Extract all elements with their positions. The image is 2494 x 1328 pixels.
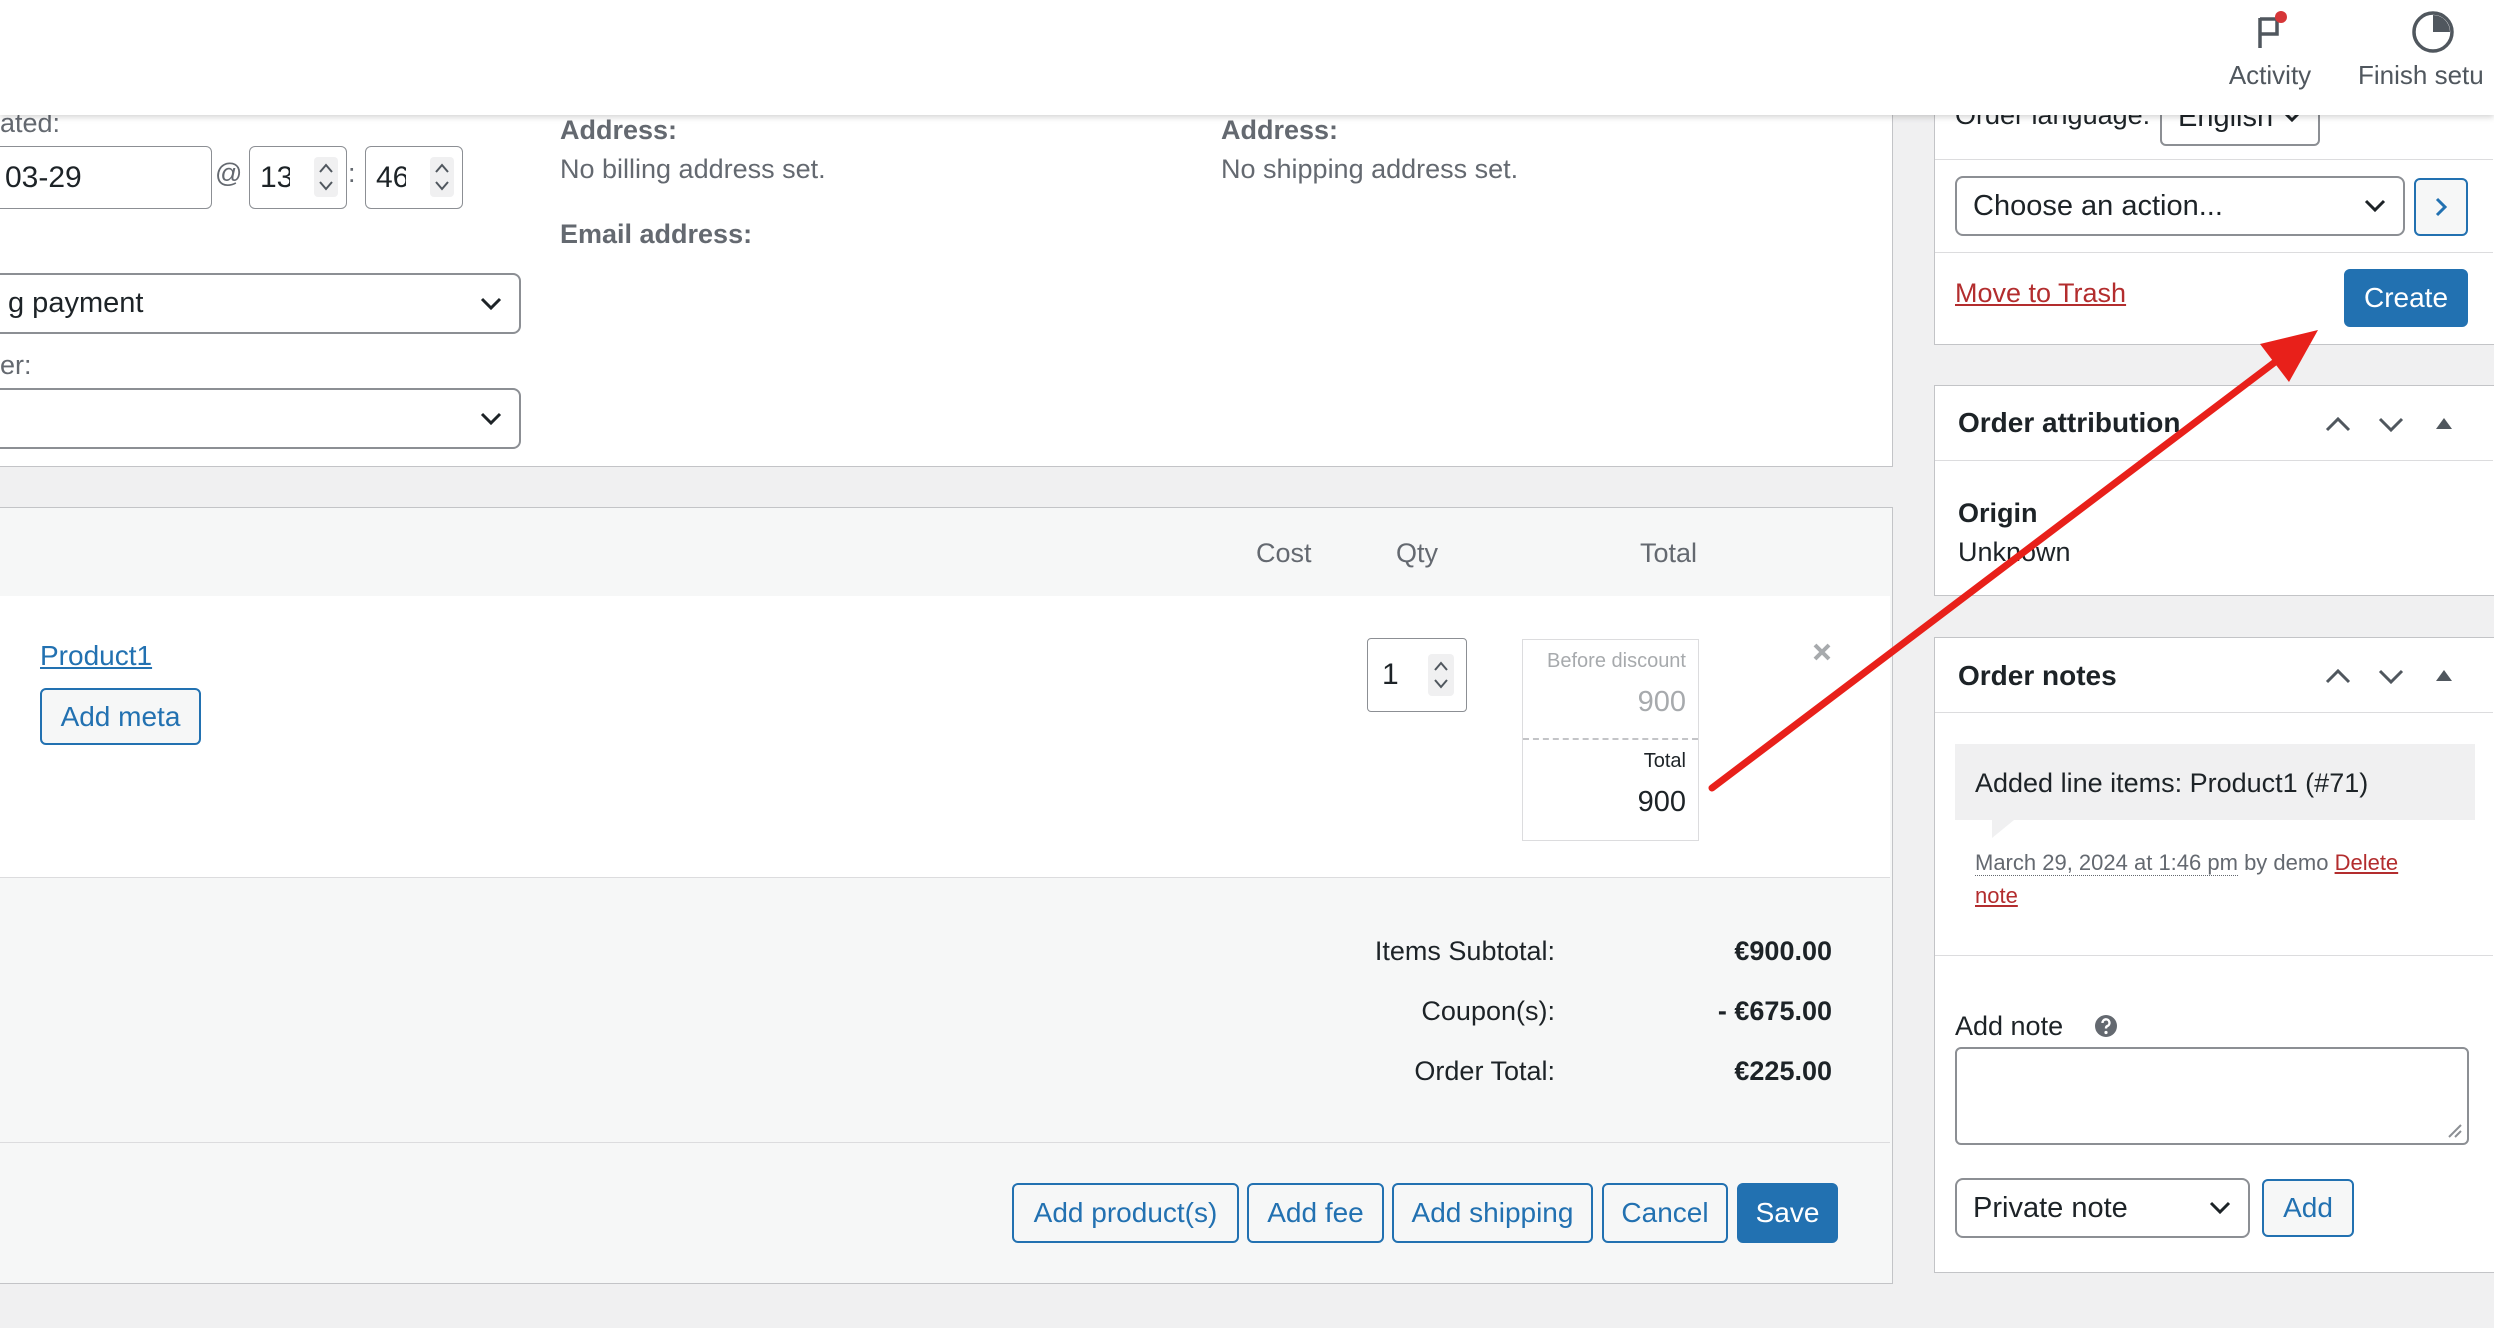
add-meta-button[interactable]: Add meta: [40, 688, 201, 745]
chevron-down-icon: [2378, 669, 2404, 685]
order-action-value: Choose an action...: [1973, 189, 2223, 222]
quantity-value: 1: [1382, 658, 1399, 691]
chevron-down-icon: [480, 297, 502, 310]
spinner-arrows-icon: [435, 163, 449, 191]
items-subtotal-label: Items Subtotal:: [1374, 936, 1555, 966]
order-total-value: €225.00: [1734, 1056, 1832, 1086]
order-status-select[interactable]: g payment: [0, 273, 521, 334]
question-icon[interactable]: [2094, 1014, 2118, 1038]
order-total-label: Order Total:: [1414, 1056, 1555, 1086]
order-attribution-title: Order attribution: [1958, 407, 2181, 438]
customer-select[interactable]: [0, 388, 521, 449]
note-bubble: Added line items: Product1 (#71): [1955, 744, 2475, 820]
hour-value: 13: [260, 160, 290, 194]
line-total-label: Total: [1643, 750, 1686, 772]
save-button[interactable]: Save: [1737, 1183, 1838, 1243]
before-discount-section: Before discount 900: [1523, 640, 1698, 740]
coupons-label: Coupon(s):: [1421, 996, 1555, 1026]
flag-icon: [2258, 11, 2287, 48]
total-column-header: Total: [1640, 538, 1698, 568]
chevron-up-icon: [2325, 416, 2351, 432]
cost-column-header: Cost: [1256, 538, 1312, 568]
before-discount-value: 900: [1637, 686, 1686, 718]
add-shipping-button[interactable]: Add shipping: [1392, 1183, 1593, 1243]
minute-value: 46: [376, 160, 406, 194]
delete-note-link-cont[interactable]: note: [1975, 883, 2018, 908]
divider: [0, 1142, 1890, 1143]
minute-input[interactable]: 46: [365, 146, 463, 209]
chevron-down-icon: [2364, 199, 2386, 213]
minute-spinner[interactable]: [430, 157, 454, 197]
billing-email-label: Email address:: [560, 219, 753, 249]
customer-label: er:: [0, 350, 32, 380]
cancel-button[interactable]: Cancel: [1602, 1183, 1728, 1243]
divider: [1935, 460, 2493, 461]
note-type-value: Private note: [1973, 1191, 2128, 1224]
time-separator: :: [348, 158, 356, 188]
product-link[interactable]: Product1: [40, 640, 152, 672]
create-button[interactable]: Create: [2344, 269, 2468, 327]
quantity-input[interactable]: 1: [1367, 638, 1467, 712]
chevron-down-icon: [2378, 417, 2404, 433]
box-controls: [2325, 416, 2452, 433]
divider: [1935, 955, 2493, 956]
items-subtotal-value: €900.00: [1734, 936, 1832, 966]
move-to-trash-link[interactable]: Move to Trash: [1955, 278, 2126, 309]
collapse-toggle-icon: [2436, 670, 2452, 681]
divider: [1935, 252, 2493, 253]
resize-handle-icon[interactable]: [2445, 1121, 2463, 1139]
note-bubble-tail: [1992, 820, 2014, 838]
chevron-down-icon: [480, 412, 502, 425]
finish-setup-button[interactable]: Finish setu: [2358, 10, 2494, 91]
add-note-button[interactable]: Add: [2262, 1179, 2354, 1237]
top-bar: Activity Finish setu: [0, 0, 2494, 115]
apply-action-button[interactable]: [2414, 178, 2468, 236]
hour-spinner[interactable]: [314, 157, 338, 197]
origin-label: Origin: [1958, 498, 2038, 528]
note-type-select[interactable]: Private note: [1955, 1178, 2250, 1238]
activity-label: Activity: [2228, 60, 2312, 90]
add-note-textarea[interactable]: [1955, 1047, 2469, 1145]
delete-note-link[interactable]: Delete: [2335, 850, 2399, 875]
qty-column-header: Qty: [1396, 538, 1439, 568]
shipping-address-label: Address:: [1221, 115, 1339, 145]
shipping-address-value: No shipping address set.: [1221, 154, 1519, 184]
finish-setup-label: Finish setu: [2358, 60, 2484, 90]
before-discount-label: Before discount: [1547, 650, 1686, 672]
note-meta: March 29, 2024 at 1:46 pm by demo Delete…: [1975, 846, 2455, 912]
order-notes-title: Order notes: [1958, 660, 2117, 691]
items-header-row: [0, 508, 1890, 596]
chevron-up-icon: [2325, 668, 2351, 684]
coupons-value: - €675.00: [1717, 996, 1832, 1026]
note-date: March 29, 2024 at 1:46 pm: [1975, 850, 2238, 876]
order-action-select[interactable]: Choose an action...: [1955, 176, 2405, 236]
note-text: Added line items: Product1 (#71): [1975, 768, 2369, 798]
date-created-input[interactable]: 03-29: [0, 146, 212, 209]
divider: [1935, 712, 2493, 713]
add-fee-button[interactable]: Add fee: [1247, 1183, 1384, 1243]
chevron-down-icon: [2209, 1201, 2231, 1215]
quantity-spinner[interactable]: [1428, 654, 1454, 696]
spinner-arrows-icon: [1434, 661, 1448, 689]
billing-address-value: No billing address set.: [560, 154, 826, 184]
close-icon[interactable]: [1811, 641, 1833, 663]
at-sign: @: [215, 158, 243, 188]
add-products-button[interactable]: Add product(s): [1012, 1183, 1239, 1243]
date-value: 03-29: [5, 160, 82, 194]
progress-circle-icon: [2412, 11, 2454, 53]
hour-input[interactable]: 13: [249, 146, 347, 209]
spinner-arrows-icon: [319, 163, 333, 191]
line-total-value: 900: [1637, 786, 1686, 818]
box-controls: [2325, 668, 2452, 685]
origin-value: Unknown: [1958, 537, 2071, 567]
collapse-toggle-icon: [2436, 418, 2452, 429]
billing-address-label: Address:: [560, 115, 678, 145]
order-status-value: g payment: [8, 287, 144, 319]
activity-button[interactable]: Activity: [2210, 10, 2330, 91]
chevron-right-icon: [2435, 197, 2448, 217]
note-author: by demo: [2244, 850, 2329, 875]
line-total-box: Before discount 900 Total 900: [1522, 639, 1699, 841]
add-note-label: Add note: [1955, 1011, 2064, 1041]
divider: [1935, 159, 2493, 160]
